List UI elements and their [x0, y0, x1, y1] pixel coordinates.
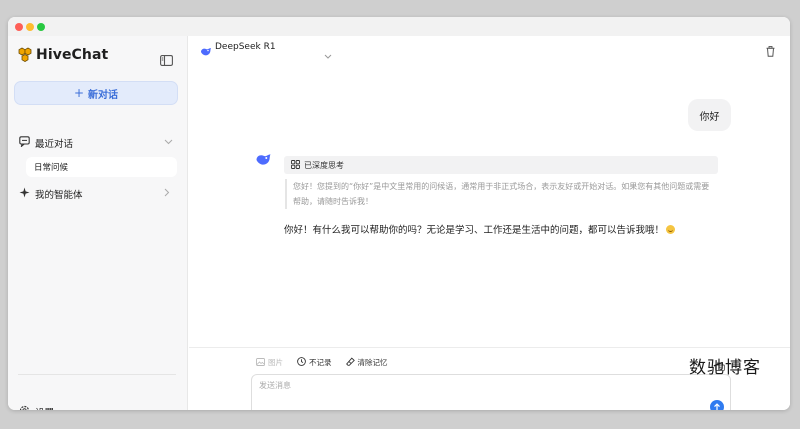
sidebar: HiveChat + 新对话 最近对话 日常问候 我的智能体 — [8, 36, 188, 410]
clear-memory-label: 清除记忆 — [357, 358, 388, 367]
maximize-window-button[interactable] — [37, 23, 45, 31]
settings-button[interactable]: 设置 — [19, 405, 54, 410]
new-chat-button[interactable]: + 新对话 — [14, 81, 178, 105]
watermark: 数驰博客 — [689, 358, 761, 378]
clock-icon — [297, 357, 306, 368]
recent-chats-header[interactable]: 最近对话 — [19, 136, 173, 150]
message-input[interactable] — [259, 381, 639, 390]
assistant-answer-text: 你好！有什么我可以帮助你的吗？无论是学习、工作还是生活中的问题，都可以告诉我哦！ — [284, 225, 665, 236]
brain-grid-icon — [291, 159, 300, 171]
my-agents-label: 我的智能体 — [35, 190, 83, 201]
input-toolbar: 图片 不记录 清除记忆 — [256, 357, 388, 368]
title-bar — [8, 17, 790, 36]
my-agents-header[interactable]: 我的智能体 — [19, 187, 170, 201]
user-message-text: 你好 — [699, 111, 720, 123]
sidebar-divider — [18, 374, 176, 375]
assistant-answer: 你好！有什么我可以帮助你的吗？无论是学习、工作还是生活中的问题，都可以告诉我哦！ — [284, 222, 676, 236]
app-name: HiveChat — [36, 47, 109, 63]
app-window: HiveChat + 新对话 最近对话 日常问候 我的智能体 DeepSeek … — [8, 17, 790, 410]
smile-emoji-icon — [666, 225, 676, 234]
plus-icon: + — [73, 86, 85, 100]
deep-thinking-label: 已深度思考 — [304, 160, 344, 170]
sparkle-icon — [19, 187, 30, 201]
input-divider — [189, 347, 790, 348]
gear-icon — [19, 405, 30, 410]
message-input-box[interactable] — [251, 374, 731, 410]
chat-header: DeepSeek R1 — [189, 36, 790, 60]
sidebar-item-chat[interactable]: 日常问候 — [26, 157, 177, 177]
clear-memory-button[interactable]: 清除记忆 — [345, 357, 388, 368]
image-icon — [256, 357, 265, 368]
deep-thinking-toggle[interactable]: 已深度思考 — [284, 156, 718, 174]
chevron-down-icon[interactable] — [324, 44, 332, 63]
deepseek-whale-icon — [200, 42, 212, 61]
chevron-down-icon — [164, 137, 173, 148]
trash-icon[interactable] — [766, 42, 775, 61]
no-record-label: 不记录 — [309, 358, 332, 367]
chevron-right-icon — [164, 188, 170, 200]
image-label: 图片 — [268, 358, 283, 367]
arrow-up-icon — [714, 403, 720, 410]
settings-label: 设置 — [35, 405, 54, 410]
recent-chats-label: 最近对话 — [35, 139, 74, 150]
eraser-icon — [345, 357, 355, 368]
minimize-window-button[interactable] — [26, 23, 34, 31]
no-record-button[interactable]: 不记录 — [297, 357, 332, 368]
new-chat-label: 新对话 — [88, 89, 119, 101]
app-logo: HiveChat — [17, 47, 108, 63]
hive-logo-icon — [17, 47, 33, 63]
image-upload-button[interactable]: 图片 — [256, 357, 283, 368]
close-window-button[interactable] — [15, 23, 23, 31]
user-message: 你好 — [688, 99, 731, 131]
reasoning-text: 您好！您提到的“你好”是中文里常用的问候语，通常用于非正式场合，表示友好或开始对… — [285, 179, 717, 209]
deepseek-avatar-icon — [255, 152, 272, 171]
model-selector[interactable]: DeepSeek R1 — [215, 42, 276, 52]
chat-bubble-icon — [19, 136, 30, 150]
chat-item-label: 日常问候 — [34, 163, 69, 173]
send-button[interactable] — [710, 400, 724, 410]
sidebar-toggle-icon[interactable] — [160, 51, 173, 70]
